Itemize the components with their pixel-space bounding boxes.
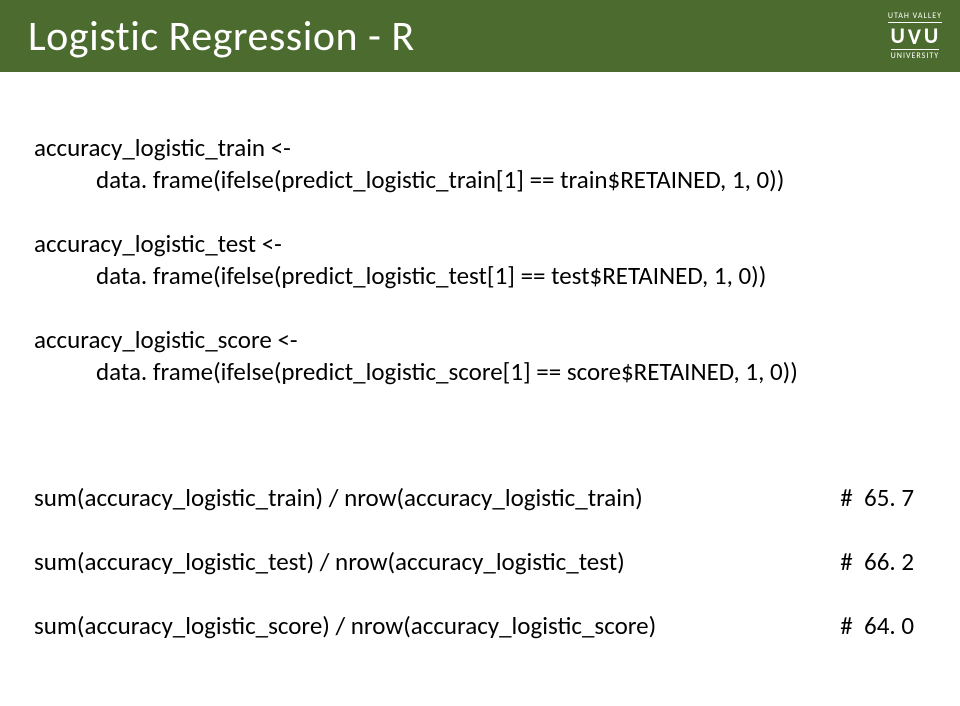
result-row: sum(accuracy_logistic_test) / nrow(accur…	[34, 546, 914, 578]
code-expr: sum(accuracy_logistic_test) / nrow(accur…	[34, 546, 625, 578]
code-line: data. frame(ifelse(predict_logistic_test…	[34, 260, 926, 292]
slide-content: accuracy_logistic_train <- data. frame(i…	[0, 72, 960, 706]
code-line: accuracy_logistic_test <-	[34, 228, 282, 259]
code-line: data. frame(ifelse(predict_logistic_trai…	[34, 164, 926, 196]
code-block: accuracy_logistic_train <- data. frame(i…	[34, 100, 926, 706]
code-line: accuracy_logistic_score <-	[34, 324, 298, 355]
logo-bottom-text: UNIVERSITY	[891, 49, 939, 60]
result-row: sum(accuracy_logistic_score) / nrow(accu…	[34, 610, 914, 642]
code-expr: sum(accuracy_logistic_score) / nrow(accu…	[34, 610, 656, 642]
code-comment: # 66. 2	[840, 546, 914, 578]
code-line: data. frame(ifelse(predict_logistic_scor…	[34, 356, 926, 388]
result-row: sum(accuracy_logistic_train) / nrow(accu…	[34, 482, 914, 514]
title-bar: Logistic Regression - R UTAH VALLEY UVU …	[0, 0, 960, 72]
code-comment: # 64. 0	[840, 610, 914, 642]
code-comment: # 65. 7	[840, 482, 914, 514]
code-expr: sum(accuracy_logistic_train) / nrow(accu…	[34, 482, 643, 514]
logo-mid-text: UVU	[891, 25, 940, 47]
code-line: accuracy_logistic_train <-	[34, 132, 291, 163]
uvu-logo: UTAH VALLEY UVU UNIVERSITY	[888, 12, 942, 60]
page-title: Logistic Regression - R	[28, 11, 415, 62]
